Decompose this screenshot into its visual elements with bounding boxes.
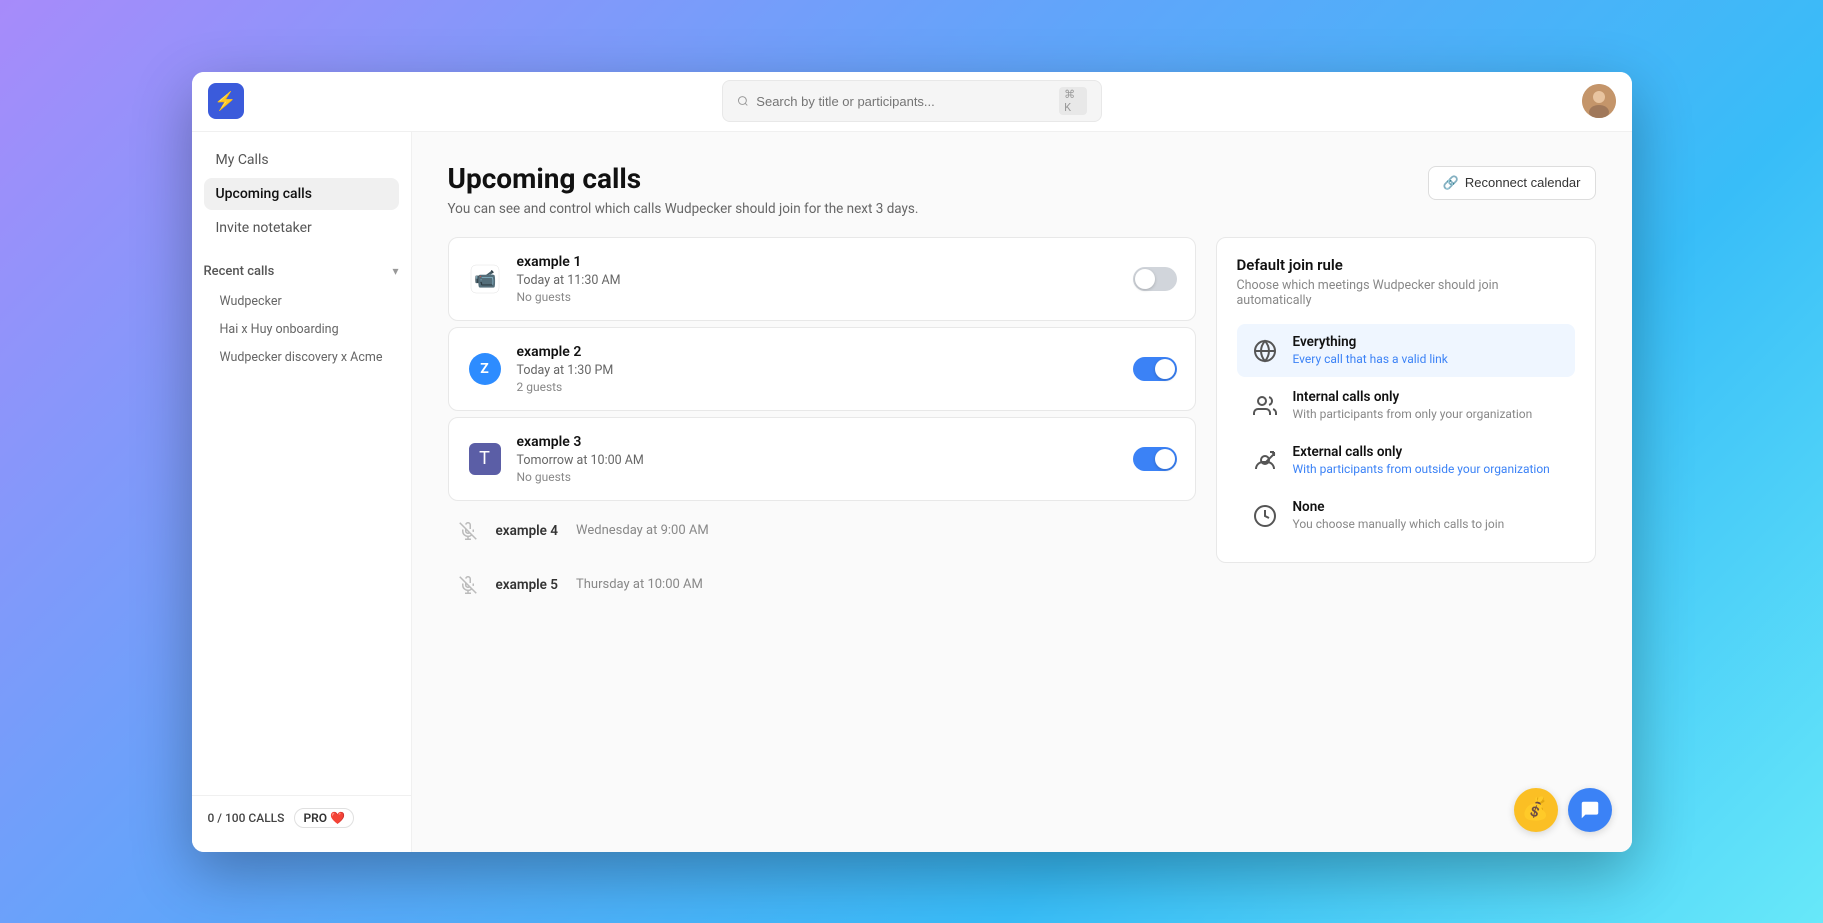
sidebar-recent-item[interactable]: Wudpecker discovery x Acme	[204, 344, 399, 371]
sidebar-item-my-calls[interactable]: My Calls	[204, 144, 399, 176]
search-kbd: ⌘ K	[1059, 87, 1086, 115]
call-row-4[interactable]: example 4 Wednesday at 9:00 AM	[448, 507, 1196, 555]
call-card-1[interactable]: 📹 example 1 Today at 11:30 AM No guests	[448, 237, 1196, 321]
rule-text-external: External calls only With participants fr…	[1293, 444, 1550, 476]
rule-option-everything[interactable]: Everything Every call that has a valid l…	[1237, 324, 1575, 377]
fab-buttons: 💰	[1514, 788, 1612, 832]
mic-off-icon-4	[454, 517, 482, 545]
call-info-1: example 1 Today at 11:30 AM No guests	[517, 254, 1119, 304]
app-window: ⚡ ⌘ K My Calls Upcoming	[192, 72, 1632, 852]
sidebar-footer: 0 / 100 CALLS PRO ❤️	[192, 795, 411, 840]
external-icon	[1249, 445, 1281, 477]
app-logo[interactable]: ⚡	[208, 83, 244, 119]
call-toggle-3[interactable]	[1133, 447, 1177, 471]
call-toggle-2[interactable]	[1133, 357, 1177, 381]
svg-text:📹: 📹	[474, 269, 496, 290]
rule-text-internal: Internal calls only With participants fr…	[1293, 389, 1533, 421]
link-icon: 🔗	[1443, 175, 1459, 191]
toggle-knob	[1155, 359, 1175, 379]
sidebar: My Calls Upcoming calls Invite notetaker…	[192, 132, 412, 852]
join-rule-title: Default join rule	[1237, 256, 1575, 274]
call-icon-gmeet: 📹	[467, 261, 503, 297]
reconnect-calendar-button[interactable]: 🔗 Reconnect calendar	[1428, 166, 1596, 200]
search-input[interactable]	[756, 94, 1051, 109]
toggle-knob	[1155, 449, 1175, 469]
main-layout: My Calls Upcoming calls Invite notetaker…	[192, 132, 1632, 852]
toggle-knob	[1135, 269, 1155, 289]
sidebar-recent-item[interactable]: Hai x Huy onboarding	[204, 316, 399, 343]
search-bar[interactable]: ⌘ K	[722, 80, 1102, 122]
two-column-layout: 📹 example 1 Today at 11:30 AM No guests	[448, 237, 1596, 609]
avatar[interactable]	[1582, 84, 1616, 118]
call-icon-zoom: Z	[467, 351, 503, 387]
page-title: Upcoming calls	[448, 162, 919, 195]
globe-icon	[1249, 335, 1281, 367]
call-card-3[interactable]: T example 3 Tomorrow at 10:00 AM No gues…	[448, 417, 1196, 501]
content-area: Upcoming calls You can see and control w…	[412, 132, 1632, 852]
rule-text-everything: Everything Every call that has a valid l…	[1293, 334, 1448, 366]
call-info-2: example 2 Today at 1:30 PM 2 guests	[517, 344, 1119, 394]
chevron-down-icon: ▾	[392, 264, 398, 278]
sidebar-recent-item[interactable]: Wudpecker	[204, 288, 399, 315]
building-icon	[1249, 390, 1281, 422]
chat-icon	[1579, 799, 1601, 821]
chat-fab-button[interactable]	[1568, 788, 1612, 832]
page-subtitle: You can see and control which calls Wudp…	[448, 201, 919, 217]
sidebar-nav: My Calls Upcoming calls Invite notetaker	[192, 144, 411, 246]
page-header-text: Upcoming calls You can see and control w…	[448, 162, 919, 217]
rule-text-none: None You choose manually which calls to …	[1293, 499, 1505, 531]
money-fab-button[interactable]: 💰	[1514, 788, 1558, 832]
join-rule-subtitle: Choose which meetings Wudpecker should j…	[1237, 278, 1575, 308]
sidebar-item-upcoming-calls[interactable]: Upcoming calls	[204, 178, 399, 210]
clock-icon	[1249, 500, 1281, 532]
call-card-2[interactable]: Z example 2 Today at 1:30 PM 2 guests	[448, 327, 1196, 411]
sidebar-recent-list: Wudpecker Hai x Huy onboarding Wudpecker…	[192, 287, 411, 372]
sidebar-recent-calls-header[interactable]: Recent calls ▾	[192, 256, 411, 287]
sidebar-item-invite-notetaker[interactable]: Invite notetaker	[204, 212, 399, 244]
call-info-3: example 3 Tomorrow at 10:00 AM No guests	[517, 434, 1119, 484]
call-icon-teams: T	[467, 441, 503, 477]
rule-option-external[interactable]: External calls only With participants fr…	[1237, 434, 1575, 487]
right-panel: Default join rule Choose which meetings …	[1216, 237, 1596, 609]
avatar-image	[1582, 84, 1616, 118]
call-toggle-1[interactable]	[1133, 267, 1177, 291]
rule-option-internal[interactable]: Internal calls only With participants fr…	[1237, 379, 1575, 432]
call-row-5[interactable]: example 5 Thursday at 10:00 AM	[448, 561, 1196, 609]
header: ⚡ ⌘ K	[192, 72, 1632, 132]
calls-count: 0 / 100 CALLS	[208, 811, 285, 825]
pro-badge[interactable]: PRO ❤️	[294, 808, 354, 828]
join-rule-card: Default join rule Choose which meetings …	[1216, 237, 1596, 563]
mic-off-icon-5	[454, 571, 482, 599]
rule-option-none[interactable]: None You choose manually which calls to …	[1237, 489, 1575, 542]
calls-list: 📹 example 1 Today at 11:30 AM No guests	[448, 237, 1196, 609]
page-title-row: Upcoming calls You can see and control w…	[448, 162, 1596, 217]
search-icon	[737, 94, 749, 108]
